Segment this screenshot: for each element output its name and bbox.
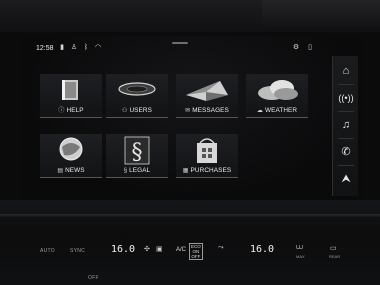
status-bar: 12:58 ▮ ♙ ᛒ ◠ ⚙ ▯ xyxy=(20,36,330,58)
legal-section-icon: § xyxy=(124,136,150,165)
messages-plane-icon xyxy=(186,81,228,101)
auto-button[interactable]: AUTO xyxy=(40,248,55,254)
side-navigation: ⌂ ((•)) ♫ ✆ ⮝ xyxy=(332,56,358,196)
envelope-icon: ✉ xyxy=(185,108,191,114)
tile-users[interactable]: ⚇ USERS xyxy=(106,74,168,118)
bluetooth-icon: ᛒ xyxy=(83,44,89,51)
air-vent xyxy=(262,0,380,26)
store-icon: ▦ xyxy=(182,168,189,174)
pull-down-handle[interactable] xyxy=(172,42,188,44)
page-indicator[interactable] xyxy=(160,193,181,206)
phone-button[interactable]: ✆ xyxy=(333,139,359,165)
max-label: MAX xyxy=(296,254,305,259)
user-icon: ⚇ xyxy=(121,108,128,114)
off-button[interactable]: OFF xyxy=(88,275,99,281)
home-button[interactable]: ⌂ xyxy=(333,58,359,84)
rear-defrost-icon[interactable]: ▭ xyxy=(330,244,337,252)
front-defrost-icon[interactable]: ⩊ xyxy=(296,244,303,252)
purchases-bag-icon xyxy=(197,138,217,163)
eco-button[interactable]: ECO ON OFF xyxy=(189,243,203,260)
temp-left[interactable]: 16.0 xyxy=(111,244,135,255)
climate-control-panel: AUTO SYNC 16.0 ✣ ▣ A/C ECO ON OFF ⤳ 16.0… xyxy=(0,238,380,285)
weather-cloud-icon xyxy=(258,80,298,100)
infotainment-screen: 12:58 ▮ ♙ ᛒ ◠ ⚙ ▯ ⓘ HELP ⚇ USERS ✉ MESSAGES xyxy=(20,36,364,206)
navigation-button[interactable]: ⮝ xyxy=(333,166,359,192)
news-globe-icon xyxy=(59,137,83,161)
tile-label: HELP xyxy=(66,107,84,114)
music-note-icon: ♫ xyxy=(341,119,351,131)
news-icon: ▤ xyxy=(57,168,64,174)
dashboard-top-trim xyxy=(0,0,380,32)
info-icon: ⓘ xyxy=(58,108,65,114)
home-icon: ⌂ xyxy=(342,65,350,77)
tile-label: USERS xyxy=(129,107,152,114)
rear-label: REAR xyxy=(329,254,341,259)
navigation-arrow-icon: ⮝ xyxy=(341,173,351,185)
tile-legal[interactable]: § § LEGAL xyxy=(106,134,168,178)
seat-airflow-icon[interactable]: ⤳ xyxy=(218,244,224,252)
cloud-icon: ☁ xyxy=(256,108,263,114)
tile-label: MESSAGES xyxy=(192,107,229,114)
ac-button[interactable]: A/C xyxy=(176,247,186,253)
tile-messages[interactable]: ✉ MESSAGES xyxy=(176,74,238,118)
fan-icon[interactable]: ✣ xyxy=(144,245,150,253)
section-icon: § xyxy=(123,168,128,174)
help-book-icon xyxy=(62,80,78,100)
connected-services-icon: ⚙ xyxy=(292,44,300,51)
tile-weather[interactable]: ☁ WEATHER xyxy=(246,74,308,118)
trim-ridge xyxy=(0,214,380,218)
tile-label: LEGAL xyxy=(129,167,151,174)
eco-off-label: OFF xyxy=(191,254,201,259)
radio-button[interactable]: ((•)) xyxy=(333,85,359,111)
person-icon: ♙ xyxy=(70,44,78,51)
tile-help[interactable]: ⓘ HELP xyxy=(40,74,102,118)
phone-icon: ✆ xyxy=(341,146,351,158)
svg-text:§: § xyxy=(132,140,143,165)
phone-connection-icon: ▯ xyxy=(308,44,312,51)
tile-purchases[interactable]: ▦ PURCHASES xyxy=(176,134,238,178)
tile-label: WEATHER xyxy=(264,107,298,114)
media-button[interactable]: ♫ xyxy=(333,112,359,138)
sync-button[interactable]: SYNC xyxy=(70,248,85,254)
temp-right[interactable]: 16.0 xyxy=(250,244,274,255)
air-distribution-icon[interactable]: ▣ xyxy=(156,245,163,253)
users-ring-icon xyxy=(118,82,156,96)
clock: 12:58 xyxy=(36,45,54,52)
signal-icon: ▮ xyxy=(60,44,64,51)
radio-icon: ((•)) xyxy=(338,93,354,103)
wifi-icon: ◠ xyxy=(94,44,102,51)
tile-news[interactable]: ▤ NEWS xyxy=(40,134,102,178)
tile-label: PURCHASES xyxy=(190,167,232,174)
tile-label: NEWS xyxy=(65,167,85,174)
